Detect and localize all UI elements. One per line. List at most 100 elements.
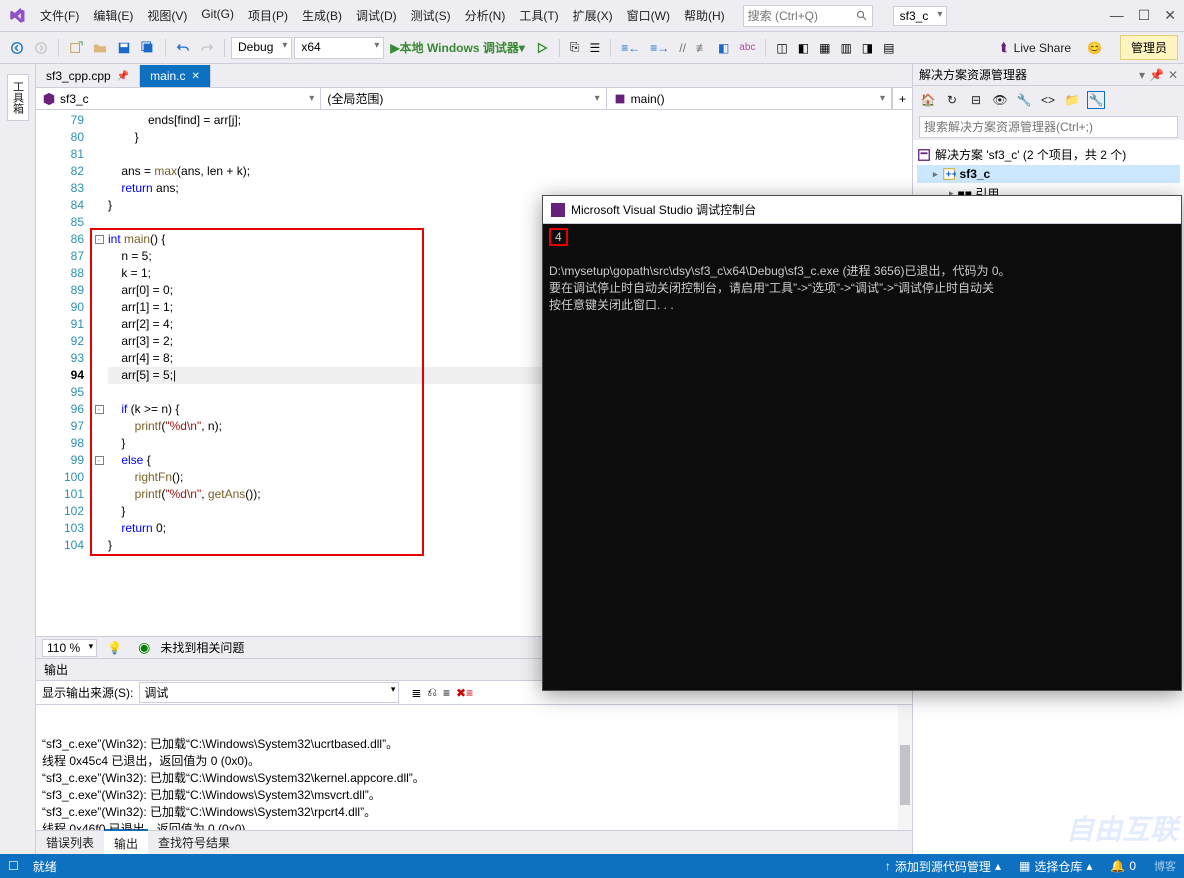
tb-misc-4[interactable]: ▥	[836, 39, 855, 57]
save-button[interactable]	[113, 39, 135, 57]
tb-extra-1[interactable]: ⎘	[566, 38, 584, 57]
tb-misc-3[interactable]: ▦	[815, 39, 834, 57]
nav-scope-label: sf3_c	[60, 92, 89, 106]
output-source-combo[interactable]: 调试	[139, 682, 399, 703]
tb-misc-2[interactable]: ◧	[794, 39, 813, 57]
menu-item[interactable]: 项目(P)	[242, 3, 294, 28]
console-icon	[551, 203, 565, 217]
new-project-button[interactable]	[65, 39, 87, 57]
toolbox-tab[interactable]: 工具箱	[7, 74, 29, 121]
menu-item[interactable]: 窗口(W)	[621, 3, 676, 28]
close-button[interactable]: ✕	[1164, 7, 1176, 24]
watermark-small: 博客	[1154, 858, 1176, 874]
status-bar: ☐ 就绪 ↑ 添加到源代码管理 ▴ ▦ 选择仓库 ▴ 🔔 0 博客	[0, 854, 1184, 878]
nav-member[interactable]: main()	[607, 88, 892, 109]
liveshare-icon[interactable]: ⮬	[1001, 40, 1008, 55]
global-search[interactable]	[743, 5, 873, 27]
menu-item[interactable]: 视图(V)	[141, 3, 193, 28]
start-without-debug-button[interactable]	[531, 39, 553, 57]
comment-icon[interactable]: //	[675, 39, 690, 57]
tab-close-icon[interactable]: ✕	[192, 71, 200, 82]
console-titlebar[interactable]: Microsoft Visual Studio 调试控制台	[543, 196, 1181, 224]
sync-icon[interactable]: ↻	[943, 91, 961, 109]
output-scrollbar[interactable]	[898, 705, 912, 830]
redo-button[interactable]	[196, 39, 218, 57]
uncomment-icon[interactable]: ≢	[692, 39, 712, 57]
abc-icon[interactable]: abc	[735, 40, 759, 55]
back-button[interactable]	[6, 39, 28, 57]
search-icon	[856, 9, 868, 23]
tb-misc-6[interactable]: ▤	[879, 39, 898, 57]
undo-button[interactable]	[172, 39, 194, 57]
window-controls: — ☐ ✕	[1110, 7, 1176, 24]
admin-badge: 管理员	[1120, 35, 1178, 60]
pin-icon[interactable]: ▾	[1139, 68, 1145, 82]
startup-project-combo[interactable]: sf3_c	[893, 6, 948, 26]
nav-add-button[interactable]: +	[892, 88, 912, 109]
liveshare-group: ⮬ Live Share 😊	[993, 40, 1110, 55]
feedback-icon[interactable]: 😊	[1087, 41, 1102, 55]
nav-scope[interactable]: sf3_c	[36, 88, 321, 109]
nav-region[interactable]: (全局范围)	[321, 88, 606, 109]
indent-right-icon[interactable]: ≡→	[646, 39, 673, 57]
repo-label: 选择仓库	[1034, 858, 1082, 875]
code-navbar: sf3_c (全局范围) main() +	[36, 88, 912, 110]
menu-item[interactable]: 文件(F)	[34, 3, 85, 28]
menu-item[interactable]: 帮助(H)	[678, 3, 731, 28]
tb-extra-2[interactable]: ☰	[585, 39, 604, 57]
output-tab[interactable]: 输出	[104, 829, 148, 856]
tb-misc-1[interactable]: ◫	[772, 39, 791, 57]
src-mgmt-label: 添加到源代码管理	[895, 858, 991, 875]
repo-button[interactable]: ▦ 选择仓库 ▴	[1019, 858, 1092, 875]
config-combo[interactable]: Debug	[231, 37, 292, 59]
search-input[interactable]	[748, 9, 852, 23]
switch-view-icon[interactable]: 🔧	[1087, 91, 1105, 109]
output-tab[interactable]: 错误列表	[36, 830, 104, 855]
show-all-icon[interactable]: 👁	[991, 91, 1009, 109]
menu-item[interactable]: 扩展(X)	[567, 3, 619, 28]
out-tb-3[interactable]: ≡	[443, 686, 450, 700]
solution-root[interactable]: 解决方案 'sf3_c' (2 个项目，共 2 个)	[917, 144, 1180, 165]
folder-view-icon[interactable]: 📁	[1063, 91, 1081, 109]
menu-item[interactable]: 工具(T)	[513, 3, 564, 28]
maximize-button[interactable]: ☐	[1138, 7, 1151, 24]
source-control-button[interactable]: ↑ 添加到源代码管理 ▴	[885, 858, 1001, 875]
debug-console-window[interactable]: Microsoft Visual Studio 调试控制台 4 D:\myset…	[542, 195, 1182, 691]
output-tab[interactable]: 查找符号结果	[148, 830, 240, 855]
menu-item[interactable]: 编辑(E)	[87, 3, 139, 28]
pin-icon[interactable]: 📌	[117, 71, 129, 82]
nav-member-label: main()	[631, 92, 665, 106]
output-body[interactable]: “sf3_c.exe”(Win32): 已加载“C:\Windows\Syste…	[36, 705, 912, 830]
view-code-icon[interactable]: <>	[1039, 91, 1057, 109]
tab-label: sf3_cpp.cpp	[46, 69, 111, 83]
solution-search[interactable]	[919, 116, 1178, 138]
indent-left-icon[interactable]: ≡←	[617, 39, 644, 57]
start-debug-button[interactable]: ▶ 本地 Windows 调试器 ▾	[386, 37, 529, 58]
menu-item[interactable]: 生成(B)	[296, 3, 348, 28]
collapse-icon[interactable]: ⊟	[967, 91, 985, 109]
zoom-combo[interactable]: 110 %	[42, 639, 97, 657]
out-tb-4[interactable]: ✖≡	[456, 686, 473, 700]
notifications-button[interactable]: 🔔 0	[1110, 859, 1136, 873]
editor-tab[interactable]: main.c✕	[140, 65, 211, 87]
project-node-sf3c[interactable]: ▸ ++ sf3_c	[917, 165, 1180, 183]
save-all-button[interactable]	[137, 39, 159, 57]
forward-button[interactable]	[30, 39, 52, 57]
open-button[interactable]	[89, 39, 111, 57]
minimize-button[interactable]: —	[1110, 7, 1124, 24]
out-tb-2[interactable]: ⎌	[427, 685, 437, 700]
liveshare-label[interactable]: Live Share	[1014, 41, 1071, 55]
editor-tab[interactable]: sf3_cpp.cpp 📌	[36, 65, 140, 87]
bookmark-icon[interactable]: ◧	[714, 39, 733, 57]
menu-item[interactable]: Git(G)	[195, 3, 240, 28]
properties-icon[interactable]: 🔧	[1015, 91, 1033, 109]
autohide-icon[interactable]: 📌	[1149, 68, 1164, 82]
menu-item[interactable]: 调试(D)	[350, 3, 403, 28]
menu-item[interactable]: 测试(S)	[405, 3, 457, 28]
platform-combo[interactable]: x64	[294, 37, 384, 59]
out-tb-1[interactable]: ≣	[411, 686, 421, 700]
close-icon[interactable]: ✕	[1168, 68, 1178, 82]
tb-misc-5[interactable]: ◨	[858, 39, 877, 57]
home-icon[interactable]: 🏠	[919, 91, 937, 109]
menu-item[interactable]: 分析(N)	[459, 3, 512, 28]
